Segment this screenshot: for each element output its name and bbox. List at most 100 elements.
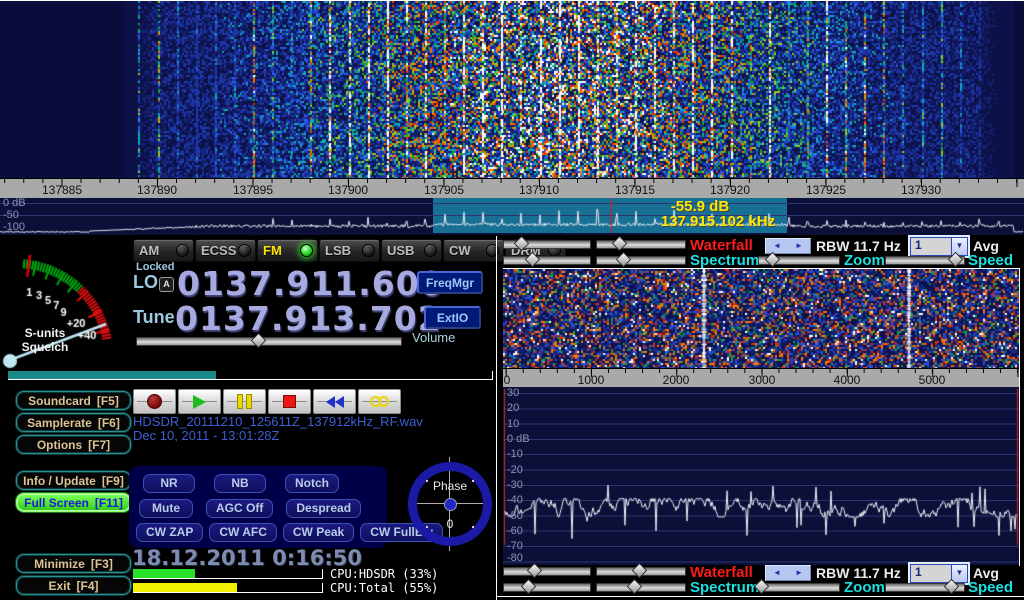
mode-cw-button[interactable]: CW: [443, 239, 504, 262]
soundcard-button[interactable]: Soundcard[F5]: [16, 391, 131, 410]
audio-db-label: 30: [507, 387, 519, 399]
rf-freq-tick: 137930: [886, 183, 956, 197]
mode-fm-button[interactable]: FM: [257, 239, 318, 262]
slider-thumb[interactable]: [612, 236, 628, 252]
avg-dropdown[interactable]: 1 ▼: [910, 564, 968, 583]
zoom-label: Zoom: [844, 579, 885, 596]
pause-button[interactable]: [223, 389, 266, 414]
tune-label: Tune: [133, 307, 175, 328]
mode-led-icon: [176, 244, 189, 257]
arrow-right-icon[interactable]: ►: [795, 569, 803, 577]
samplerate-button[interactable]: Samplerate[F6]: [16, 413, 131, 432]
slider-thumb[interactable]: [627, 579, 643, 595]
spectrum-max-slider[interactable]: [596, 256, 686, 265]
slider-thumb[interactable]: [632, 563, 648, 579]
slider-thumb[interactable]: [514, 236, 530, 252]
speed-slider[interactable]: [885, 256, 965, 265]
agc-off-button[interactable]: AGC Off: [206, 499, 273, 518]
zoom-slider[interactable]: [758, 256, 840, 265]
lo-auto-badge[interactable]: A: [159, 277, 174, 292]
mode-usb-button[interactable]: USB: [381, 239, 442, 262]
cursor-freq-readout: 137.915.102 kHz: [632, 213, 804, 230]
avg-dropdown[interactable]: 1 ▼: [910, 237, 968, 256]
arrow-right-icon[interactable]: ►: [795, 242, 803, 250]
contrast-slider[interactable]: [596, 567, 686, 576]
rf-db-label: 0 dB: [3, 198, 26, 209]
rf-freq-tick: 137890: [122, 183, 192, 197]
brightness-slider[interactable]: [503, 240, 591, 249]
lo-frequency-display[interactable]: 0137.911.600: [177, 264, 444, 303]
mode-am-button[interactable]: AM: [133, 239, 194, 262]
s-meter-title: S-units: [8, 326, 82, 340]
chevron-down-icon[interactable]: ▼: [951, 565, 967, 582]
rf-freq-tick: 137925: [791, 183, 861, 197]
zoom-slider[interactable]: [758, 583, 840, 592]
rewind-button[interactable]: [313, 389, 356, 414]
loop-button[interactable]: [358, 389, 401, 414]
audio-panel-border-bottom: [497, 596, 1024, 597]
play-icon: [193, 395, 206, 409]
rf-frequency-scale[interactable]: 137885 137890 137895 137900 137905 13791…: [0, 178, 1024, 199]
cw-afc-button[interactable]: CW AFC: [209, 523, 277, 542]
rf-freq-tick: 137910: [504, 183, 574, 197]
mode-led-icon: [238, 244, 251, 257]
spectrum-label[interactable]: Spectrum: [690, 579, 759, 596]
extio-button[interactable]: ExtIO: [424, 306, 481, 329]
audio-waterfall-display[interactable]: [503, 269, 1019, 368]
mute-button[interactable]: Mute: [139, 499, 193, 518]
spectrum-min-slider[interactable]: [503, 583, 591, 592]
exit-button[interactable]: Exit[F4]: [16, 576, 131, 595]
slider-thumb[interactable]: [527, 563, 543, 579]
contrast-slider[interactable]: [596, 240, 686, 249]
mode-lsb-button[interactable]: LSB: [319, 239, 380, 262]
info-update-button[interactable]: Info / Update[F9]: [16, 471, 131, 490]
phase-label: Phase: [408, 479, 492, 493]
avg-dropdown-value: 1: [911, 238, 951, 255]
play-button[interactable]: [178, 389, 221, 414]
spectrum-min-slider[interactable]: [503, 256, 591, 265]
scroll-arrows[interactable]: ◄►: [765, 565, 811, 581]
rf-db-label: -100: [3, 221, 25, 233]
stop-button[interactable]: [268, 389, 311, 414]
arrow-left-icon[interactable]: ◄: [773, 242, 781, 250]
mode-ecss-button[interactable]: ECSS: [195, 239, 256, 262]
volume-slider[interactable]: [136, 337, 402, 346]
options-button[interactable]: Options[F7]: [16, 435, 131, 454]
rf-waterfall-display[interactable]: [0, 0, 1024, 178]
tune-frequency-display[interactable]: 0137.913.702: [175, 299, 442, 338]
slider-thumb[interactable]: [525, 252, 541, 268]
datetime-display: 18.12.2011 0:16:50: [132, 546, 362, 570]
full-screen-button[interactable]: Full Screen[F11]: [16, 493, 131, 512]
audio-db-label: -30: [507, 479, 523, 491]
playback-progress-bar[interactable]: [8, 371, 493, 380]
panel-divider: [496, 236, 497, 600]
despread-button[interactable]: Despread: [286, 499, 361, 518]
audio-spectrum-display[interactable]: 30 20 10 0 dB -10 -20 -30 -40 -50 -60 -7…: [503, 387, 1019, 565]
record-button[interactable]: [133, 389, 176, 414]
minimize-button[interactable]: Minimize[F3]: [16, 554, 131, 573]
audio-db-label: -20: [507, 464, 523, 476]
spectrum-max-slider[interactable]: [596, 583, 686, 592]
button-key: [F4]: [77, 579, 99, 593]
zoom-label: Zoom: [844, 252, 885, 269]
cw-peak-button[interactable]: CW Peak: [283, 523, 354, 542]
audio-frequency-scale[interactable]: 0 1000 2000 3000 4000 5000: [503, 368, 1019, 389]
button-label: Samplerate: [27, 416, 92, 430]
audio-db-label: -70: [507, 540, 523, 552]
speed-slider[interactable]: [885, 583, 965, 592]
spectrum-label[interactable]: Spectrum: [690, 252, 759, 269]
nb-button[interactable]: NB: [214, 474, 266, 493]
brightness-slider[interactable]: [503, 567, 591, 576]
slider-thumb[interactable]: [521, 579, 537, 595]
slider-thumb[interactable]: [616, 252, 632, 268]
cw-zap-button[interactable]: CW ZAP: [136, 523, 203, 542]
mode-led-icon: [300, 244, 313, 257]
arrow-left-icon[interactable]: ◄: [773, 569, 781, 577]
mode-label: AM: [139, 243, 159, 258]
notch-button[interactable]: Notch: [285, 474, 339, 493]
slider-thumb[interactable]: [765, 252, 781, 268]
audio-db-label: 0 dB: [507, 433, 530, 445]
rf-spectrum-display[interactable]: 0 dB -50 -100 -55.9 dB 137.915.102 kHz: [0, 198, 1024, 235]
freqmgr-button[interactable]: FreqMgr: [417, 271, 483, 294]
nr-button[interactable]: NR: [143, 474, 195, 493]
